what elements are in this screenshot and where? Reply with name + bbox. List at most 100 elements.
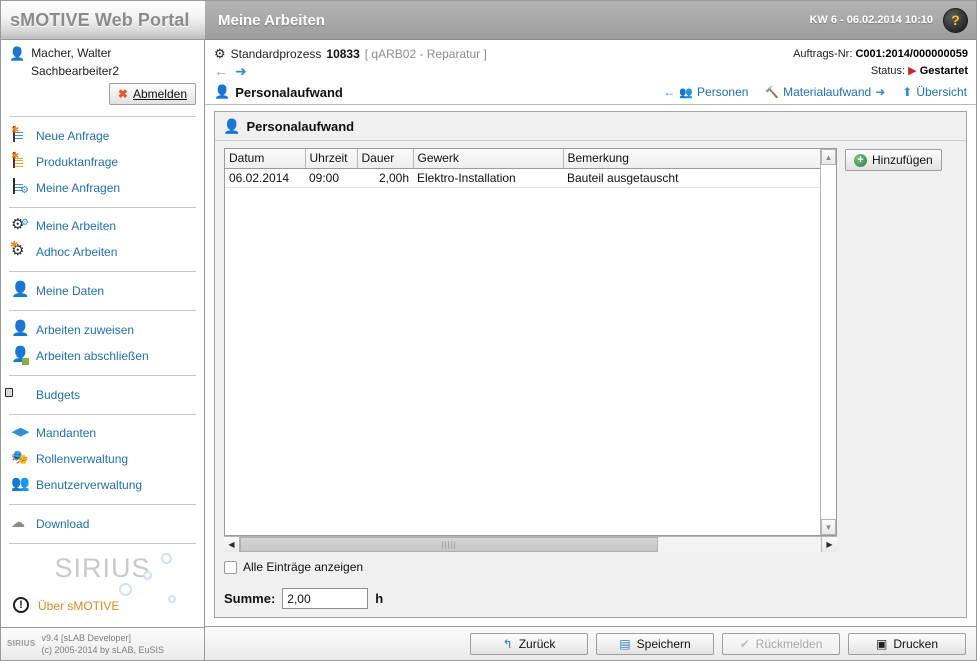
sidebar-item-arbeiten-abschliessen[interactable]: 👤 Arbeiten abschließen	[1, 343, 204, 369]
sirius-logo-text: SIRIUS	[54, 553, 151, 584]
sidebar-item-label: Arbeiten zuweisen	[36, 322, 135, 337]
scroll-up-button[interactable]: ▲	[821, 149, 836, 165]
tab-personen[interactable]: ← 👥 Personen	[663, 85, 748, 99]
sidebar-item-label: Meine Daten	[36, 284, 105, 299]
sidebar-item-meine-daten[interactable]: 👤 Meine Daten	[1, 278, 204, 304]
breadcrumb-left: ⚙ Standardprozess 10833 [ qARB02 - Repar…	[214, 46, 487, 78]
vertical-scrollbar[interactable]: ▲ ▼	[820, 149, 836, 535]
gear-icon: ⚙ ⚙	[11, 216, 29, 234]
clients-icon: ◀▶	[12, 425, 29, 438]
body-split: 👤 Macher, Walter Sachbearbeiter2 ✖ Abmel…	[1, 40, 976, 661]
up-arrow-icon: ⬆	[902, 85, 913, 99]
table-row[interactable]: 06.02.2014 09:00 2,00h Elektro-Installat…	[225, 168, 820, 188]
sidebar-item-arbeiten-zuweisen[interactable]: 👤 Arbeiten zuweisen	[1, 317, 204, 343]
panel-side-actions: + Hinzufügen	[845, 148, 957, 609]
sidebar-footer: SIRIUS v9.4 [sLAB Developer] (c) 2005-20…	[1, 626, 204, 661]
vertical-scroll-track[interactable]	[821, 165, 836, 519]
horizontal-scroll-thumb[interactable]: |||||	[240, 537, 659, 552]
nav-group-download: ☁ Download	[1, 510, 204, 538]
effort-table: Datum Uhrzeit Dauer Gewerk Bemerkung 06.…	[225, 149, 820, 188]
logout-label: Abmelden	[132, 87, 187, 101]
back-button[interactable]: ↰ Zurück	[470, 632, 588, 655]
people-icon: 👥	[679, 86, 694, 99]
right-arrow-icon: ➜	[875, 85, 886, 99]
sidebar-item-rollenverwaltung[interactable]: 🎭 Rollenverwaltung	[1, 446, 204, 472]
data-grid: Datum Uhrzeit Dauer Gewerk Bemerkung 06.…	[224, 148, 837, 536]
table-head: Datum Uhrzeit Dauer Gewerk Bemerkung	[225, 149, 820, 169]
sidebar-item-produktanfrage[interactable]: ✱ Produktanfrage	[1, 149, 204, 175]
nav-group-requests: ✱ Neue Anfrage ✱ Produktanfrage ⚙ Meine …	[1, 122, 204, 202]
left-arrow-icon: ←	[663, 85, 676, 99]
scroll-right-button[interactable]: ▶	[821, 537, 837, 552]
footer-version: v9.4 [sLAB Developer]	[41, 632, 132, 643]
personalaufwand-panel: 👤 Personalaufwand Datum Uhrzeit Dauer Ge…	[214, 111, 967, 618]
grid-row: Datum Uhrzeit Dauer Gewerk Bemerkung 06.…	[224, 148, 957, 609]
gear-icon: ⚙	[214, 46, 226, 61]
cell-uhrzeit: 09:00	[305, 168, 357, 188]
title-bar: sMOTIVE Web Portal Meine Arbeiten KW 6 -…	[1, 1, 976, 40]
grid-scroll-area: Datum Uhrzeit Dauer Gewerk Bemerkung 06.…	[225, 149, 836, 535]
sidebar-item-mandanten[interactable]: ◀▶ Mandanten	[1, 420, 204, 446]
horizontal-scroll-track[interactable]: |||||	[240, 537, 821, 552]
assign-work-icon: 👤	[11, 319, 30, 337]
tab-links: ← 👥 Personen 🔨 Materialaufwand ➜ ⬆ Übers…	[663, 85, 967, 99]
logout-row: ✖ Abmelden	[9, 83, 196, 105]
sidebar-item-neue-anfrage[interactable]: ✱ Neue Anfrage	[1, 123, 204, 149]
sum-input[interactable]	[282, 588, 369, 609]
add-entry-button[interactable]: + Hinzufügen	[845, 149, 942, 171]
footer-copyright: (c) 2005-2014 by sLAB, EuSIS	[41, 644, 165, 655]
user-role: Sachbearbeiter2	[31, 64, 120, 78]
sidebar-item-meine-arbeiten[interactable]: ⚙ ⚙ Meine Arbeiten	[1, 213, 204, 239]
footer-logo: SIRIUS	[7, 639, 36, 649]
horizontal-scrollbar[interactable]: ◀ ||||| ▶	[224, 536, 837, 552]
process-id: 10833	[326, 47, 360, 61]
sidebar-item-meine-anfragen[interactable]: ⚙ Meine Anfragen	[1, 175, 204, 201]
sidebar-divider	[9, 413, 196, 415]
column-header-dauer[interactable]: Dauer	[357, 149, 414, 169]
complete-work-icon: 👤	[11, 345, 30, 365]
undo-icon: ↰	[502, 636, 513, 651]
show-all-text: Alle Einträge anzeigen	[243, 560, 364, 574]
help-icon[interactable]: ?	[943, 7, 968, 33]
scroll-down-button[interactable]: ▼	[821, 519, 836, 535]
print-button[interactable]: ▣ Drucken	[848, 632, 966, 655]
order-number-row: Auftrags-Nr: C001:2014/000000059	[793, 46, 968, 63]
content-area: 👤 Personalaufwand Datum Uhrzeit Dauer Ge…	[205, 105, 976, 626]
scroll-left-button[interactable]: ◀	[224, 537, 240, 552]
sidebar-item-label: Adhoc Arbeiten	[36, 245, 118, 260]
sidebar-divider	[9, 271, 196, 273]
brand-title: sMOTIVE Web Portal	[10, 9, 190, 30]
sidebar-item-label: Arbeiten abschließen	[36, 348, 149, 363]
grid-main: Datum Uhrzeit Dauer Gewerk Bemerkung 06.…	[225, 149, 820, 535]
status-label: Status:	[870, 64, 906, 77]
sidebar-item-adhoc-arbeiten[interactable]: ⚙ ✱ Adhoc Arbeiten	[1, 239, 204, 265]
tab-bar: 👤 Personalaufwand ← 👥 Personen 🔨 Materia…	[205, 81, 976, 105]
column-header-gewerk[interactable]: Gewerk	[413, 149, 564, 169]
show-all-row: Alle Einträge anzeigen	[224, 560, 837, 574]
back-arrow-icon[interactable]: ←	[214, 64, 228, 78]
sidebar-item-download[interactable]: ☁ Download	[1, 511, 204, 537]
sidebar-item-benutzerverwaltung[interactable]: 👥 Benutzerverwaltung	[1, 472, 204, 498]
page-title: Meine Arbeiten	[218, 11, 325, 29]
sirius-watermark: SIRIUS	[1, 549, 204, 603]
panel-header-label: Personalaufwand	[246, 119, 355, 134]
save-button[interactable]: ▤ Speichern	[596, 632, 714, 655]
nav-group-mydata: 👤 Meine Daten	[1, 277, 204, 305]
sidebar-item-label: Produktanfrage	[36, 154, 119, 169]
column-header-datum[interactable]: Datum	[225, 149, 306, 169]
column-header-uhrzeit[interactable]: Uhrzeit	[305, 149, 358, 169]
personnel-effort-icon: 👤	[223, 118, 241, 134]
sidebar-item-budgets[interactable]: Budgets	[1, 382, 204, 408]
sidebar-item-label: Neue Anfrage	[36, 128, 110, 143]
show-all-checkbox[interactable]	[224, 560, 237, 574]
logout-button[interactable]: ✖ Abmelden	[108, 83, 196, 105]
forward-arrow-icon[interactable]: ➜	[235, 64, 247, 78]
breadcrumb-arrows: ← ➜	[214, 64, 487, 78]
personnel-effort-icon: 👤	[214, 84, 231, 99]
tab-uebersicht[interactable]: ⬆ Übersicht	[902, 85, 967, 99]
print-button-label: Drucken	[893, 636, 939, 651]
nav-group-assign: 👤 Arbeiten zuweisen 👤 Arbeiten abschließ…	[1, 316, 204, 370]
column-header-bemerkung[interactable]: Bemerkung	[563, 149, 820, 169]
user-box: 👤 Macher, Walter Sachbearbeiter2 ✖ Abmel…	[1, 40, 204, 111]
tab-materialaufwand[interactable]: 🔨 Materialaufwand ➜	[765, 85, 885, 99]
